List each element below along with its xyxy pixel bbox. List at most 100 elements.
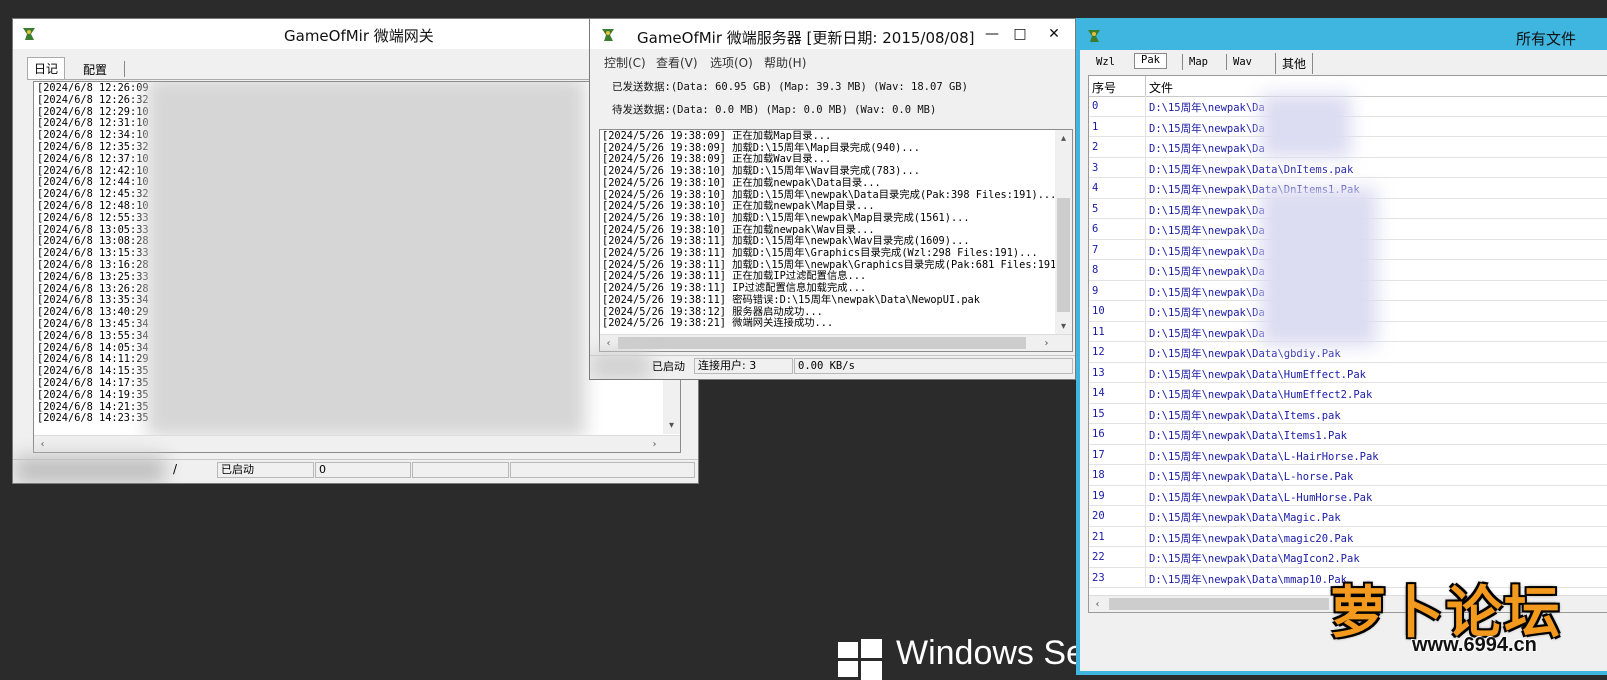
table-row[interactable]: 18 D:\15周年\newpak\Data\L-horse.Pak (1089, 465, 1607, 486)
header-file[interactable]: 文件 (1149, 79, 1173, 96)
row-index: 5 (1092, 202, 1099, 215)
tab-log[interactable]: 日记 (27, 57, 66, 79)
list-item: [2024/6/8 12:55:33 (37, 211, 149, 224)
gateway-log-hscroll[interactable]: ‹ › (34, 435, 680, 452)
scroll-down-icon[interactable]: ▾ (1055, 318, 1072, 335)
list-item: [2024/6/8 12:48:10 (37, 199, 149, 212)
table-row[interactable]: 3 D:\15周年\newpak\Data\DnItems.pak (1089, 157, 1607, 178)
row-index: 9 (1092, 284, 1099, 297)
column-divider (1145, 444, 1146, 464)
row-index: 14 (1092, 387, 1105, 399)
file-table[interactable]: 序号 文件 0 D:\15周年\newpak\Da 1 D:\15周年\newpak\… (1088, 75, 1607, 613)
server-menubar: 控制(C) 查看(V) 选项(O) 帮助(H) (590, 50, 1075, 72)
status-fragment: / (173, 462, 178, 476)
list-item: [2024/5/26 19:38:09] 正在加载Map目录... (602, 130, 832, 142)
maximize-button[interactable]: □ (1006, 23, 1034, 45)
row-index: 6 (1092, 223, 1099, 235)
column-divider (1145, 403, 1146, 423)
server-window[interactable]: GameOfMir 微端服务器 [更新日期: 2015/08/08] — □ ✕… (589, 18, 1076, 380)
row-index: 7 (1092, 243, 1099, 256)
column-divider (1145, 383, 1146, 403)
row-path: D:\15周年\newpak\Da (1149, 143, 1265, 155)
list-item: [2024/6/8 13:45:34 (37, 317, 149, 330)
row-path: D:\15周年\newpak\Data\Items.pak (1149, 409, 1341, 422)
tab-pak[interactable]: Pak (1134, 53, 1167, 69)
list-item: [2024/5/26 19:38:10] 正在加载newpak\Data目录..… (602, 176, 881, 189)
server-titlebar[interactable]: GameOfMir 微端服务器 [更新日期: 2015/08/08] — □ ✕ (590, 19, 1075, 49)
column-divider (1145, 96, 1146, 116)
menu-control[interactable]: 控制(C) (604, 54, 646, 71)
server-title: GameOfMir 微端服务器 [更新日期: 2015/08/08] (637, 29, 975, 47)
menu-options[interactable]: 选项(O) (710, 54, 753, 71)
server-status-speed: 0.00 KB/s (794, 358, 1073, 374)
row-index: 23 (1092, 571, 1105, 584)
redacted-area (15, 456, 165, 483)
table-row[interactable]: 14 D:\15周年\newpak\Data\HumEffect2.Pak (1089, 383, 1607, 404)
server-statusbar: 已启动 连接用户: 3 0.00 KB/s (590, 352, 1075, 379)
row-index: 20 (1092, 510, 1105, 522)
gateway-status-count: 0 (315, 462, 411, 478)
table-row[interactable]: 16 D:\15周年\newpak\Data\Items1.Pak (1089, 424, 1607, 445)
row-index: 10 (1092, 305, 1105, 317)
table-row[interactable]: 20 D:\15周年\newpak\Data\Magic.Pak (1089, 506, 1607, 527)
row-index: 12 (1092, 346, 1105, 358)
scroll-down-icon[interactable]: ▾ (663, 417, 680, 434)
table-row[interactable]: 19 D:\15周年\newpak\Data\L-HumHorse.Pak (1089, 485, 1607, 506)
server-log-list[interactable]: [2024/5/26 19:38:09] 正在加载Map目录... [2024/5… (599, 129, 1073, 352)
scroll-thumb[interactable] (1109, 598, 1329, 610)
menu-view[interactable]: 查看(V) (656, 54, 698, 71)
close-button[interactable]: ✕ (1040, 23, 1068, 45)
scroll-right-icon[interactable]: › (1038, 335, 1055, 351)
table-row[interactable]: 13 D:\15周年\newpak\Data\HumEffect.Pak (1089, 362, 1607, 383)
row-path: D:\15周年\newpak\Data\L-HairHorse.Pak (1149, 450, 1379, 463)
scroll-up-icon[interactable]: ▴ (1055, 130, 1072, 147)
minimize-button[interactable]: — (978, 23, 1006, 45)
table-row[interactable]: 17 D:\15周年\newpak\Data\L-HairHorse.Pak (1089, 444, 1607, 465)
row-path: D:\15周年\newpak\Da (1149, 122, 1265, 135)
scroll-left-icon[interactable]: ‹ (1089, 596, 1106, 612)
gateway-log-list[interactable]: [2024/6/8 12:26:09 [2024/6/8 12:26:32 [202… (33, 81, 681, 453)
row-path: D:\15周年\newpak\Data\mmap10.Pak (1149, 573, 1348, 586)
column-divider (1145, 116, 1146, 136)
server-status-users: 连接用户: 3 (694, 358, 793, 374)
list-item: [2024/5/26 19:38:11] 加载D:\15周年\Graphics目… (602, 247, 1038, 260)
menu-help[interactable]: 帮助(H) (764, 54, 806, 71)
tab-other[interactable]: 其他 (1275, 53, 1314, 74)
files-tabs: Wzl Pak Map Wav 其他 (1080, 52, 1607, 74)
scroll-thumb[interactable] (618, 337, 1026, 349)
redacted-area (146, 82, 586, 437)
scroll-right-icon[interactable]: › (646, 436, 663, 452)
row-path: D:\15周年\newpak\Data\Magic.Pak (1149, 512, 1341, 524)
server-log-vscroll[interactable]: ▴ ▾ (1055, 130, 1072, 335)
list-item: [2024/6/8 13:16:28 (37, 258, 149, 271)
column-divider (1145, 567, 1146, 587)
row-index: 8 (1092, 264, 1099, 276)
table-row[interactable]: 21 D:\15周年\newpak\Data\magic20.Pak (1089, 526, 1607, 547)
files-titlebar[interactable]: 所有文件 (1080, 22, 1607, 50)
scroll-left-icon[interactable]: ‹ (600, 335, 617, 351)
tab-map[interactable]: Map (1182, 54, 1214, 70)
tab-wzl[interactable]: Wzl (1090, 54, 1121, 70)
gateway-status-empty-2 (510, 462, 695, 478)
row-index: 13 (1092, 366, 1105, 379)
column-divider (1145, 321, 1146, 341)
row-path: D:\15周年\newpak\Data\Items1.Pak (1149, 430, 1348, 442)
scroll-thumb[interactable] (1057, 198, 1070, 312)
gateway-title: GameOfMir 微端网关 (284, 27, 434, 45)
tab-config[interactable]: 配置 (77, 59, 113, 80)
row-index: 11 (1092, 325, 1105, 338)
column-divider (1145, 280, 1146, 300)
table-row[interactable]: 15 D:\15周年\newpak\Data\Items.pak (1089, 403, 1607, 424)
table-row[interactable]: 22 D:\15周年\newpak\Data\MagIcon2.Pak (1089, 547, 1607, 568)
column-divider (1145, 342, 1146, 362)
gateway-status-empty-1 (412, 462, 509, 478)
scroll-left-icon[interactable]: ‹ (34, 436, 51, 452)
row-path: D:\15周年\newpak\Data\MagIcon2.Pak (1149, 553, 1360, 565)
tab-wav[interactable]: Wav (1226, 54, 1258, 70)
server-log-hscroll[interactable]: ‹ › (600, 334, 1072, 351)
files-title: 所有文件 (1516, 30, 1577, 48)
row-index: 21 (1092, 530, 1105, 543)
list-item: [2024/5/26 19:38:10] 加载D:\15周年\newpak\Ma… (602, 211, 970, 224)
header-index[interactable]: 序号 (1092, 79, 1116, 96)
row-index: 15 (1092, 407, 1105, 420)
